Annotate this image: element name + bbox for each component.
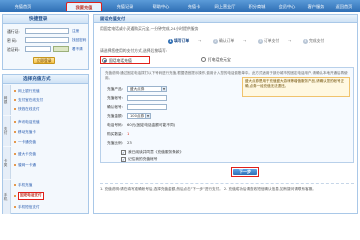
progress-steps: 1 填写订单 → 2 确认订单 → 3 订单支付 → 4 完成支付 [168,37,348,45]
username-label: 通行证: [7,29,20,34]
rate-label: 充值比例: [107,141,123,145]
remember-checkbox[interactable] [121,157,126,162]
method-item[interactable]: 手机短信支付 [18,204,40,210]
bullet-icon [14,141,16,143]
arrow-icon: → [288,38,292,43]
left-column: 快捷登录 通行证: 注册 密 码: 找回密码 验证码: 看不清 立即登录 选择充… [2,14,89,214]
tab-home[interactable]: 充值首页 [8,2,38,11]
forgot-password-link[interactable]: 找回密码 [72,37,86,43]
tab-points-mall[interactable]: 积分商城 [244,2,270,11]
tab-recharge[interactable]: 我要充值 [66,2,102,11]
login-title: 快捷登录 [3,15,88,24]
product-tip: 盛大点券是用于充值盛大游戏等增值服务产品,请确认您的帐号正确,点券一经充值无法退… [242,77,350,97]
method-item[interactable]: 支付宝在线支付 [18,97,43,103]
arrow-icon: → [243,38,247,43]
register-link[interactable]: 注册 [72,28,79,34]
step-2: 2 确认订单 [213,38,235,44]
top-navigation: 充值首页 我要充值 充值记录 帮助中心 充值卡 网上营业厅 积分商城 会员中心 … [0,0,360,12]
bullet-icon [14,90,16,92]
phone-value: 60元(固定电话金额可能不同) [127,123,176,127]
captcha-input[interactable] [25,46,51,52]
method-item[interactable]: 移动充值卡 [18,129,36,135]
radio-icon[interactable] [201,57,206,62]
tab-help[interactable]: 帮助中心 [146,2,176,11]
tab-card[interactable]: 充值卡 [182,2,206,11]
agree-text: 我已阅读并同意《充值服务条款》 [128,150,184,154]
bullet-icon [14,195,16,197]
group-label-phone: 手机 [3,180,11,214]
method-item[interactable]: 盛大卡充值 [18,151,36,157]
bullet-icon [14,184,16,186]
rate-value: 23 [127,141,132,145]
tab-records[interactable]: 充值记录 [110,2,140,11]
select-hint: 请选择您使用的支付方式,选择后按填写: [100,48,168,53]
step-1: 1 填写订单 [168,38,190,44]
tab-business-hall[interactable]: 网上营业厅 [210,2,240,11]
footer-notes: 1. 充值说明:请在填写准确帐号后,选择充值金额,然后点击"下一步"进行支付。 … [100,183,354,192]
group-label-card: 卡类 [3,147,11,179]
chevron-down-icon: ▼ [145,114,150,118]
payment-option-row: 固话电话充值 打电话充元宝 [100,55,354,65]
captcha-image [53,46,69,52]
amount-select[interactable]: 100点券 ▼ [127,113,151,119]
method-item[interactable]: 网上银行充值 [18,88,40,94]
intro-text: 用固定电话或小灵通购买元宝,一分钟完成,24小时提供服务 [100,26,199,31]
phone-label: 电话号码: [107,123,123,127]
code-label: 验证码: [7,47,20,52]
chevron-down-icon: ▼ [161,87,166,91]
agree-checkbox[interactable] [121,150,126,155]
confirm-account-label: 确认帐号: [107,105,123,109]
method-item-selected[interactable]: 固定电话支付 [18,192,44,200]
bullet-icon [14,99,16,101]
payment-methods-box: 选择充值方式 网银 支付 卡类 手机 网上银行充值 支付宝在线支付 快钱在线支付… [2,74,89,214]
login-button[interactable]: 立即登录 [33,57,55,64]
bullet-icon [14,153,16,155]
option-fixed-phone[interactable]: 固话电话充值 [100,56,150,64]
main-title: 固话充值支付 [94,15,357,23]
amount-label: 充值金额: [107,114,123,118]
group-label-pay: 支付 [3,116,11,146]
bullet-icon [14,131,16,133]
account-input[interactable] [127,95,167,101]
step-4: 4 完成支付 [303,38,325,44]
account-label: 充值帐号: [107,96,123,100]
count-value: 1 [127,132,130,136]
tab-back-home[interactable]: 返回首页 [331,2,357,11]
method-item[interactable]: 手机充值 [18,182,32,188]
methods-title: 选择充值方式 [3,75,88,84]
next-step-button[interactable]: 下一步 [231,167,259,177]
username-input[interactable] [25,28,69,34]
tab-service[interactable]: 客户服务 [304,2,328,11]
option-call-recharge[interactable]: 打电话充元宝 [200,56,256,64]
radio-icon[interactable] [102,58,107,63]
bullet-icon [14,108,16,110]
quick-login-box: 快捷登录 通行证: 注册 密 码: 找回密码 验证码: 看不清 立即登录 [2,14,89,70]
product-select[interactable]: 盛大点券 ▼ [127,86,167,92]
bullet-icon [14,164,16,166]
bullet-icon [14,121,16,123]
main-panel: 固话充值支付 用固定电话或小灵通购买元宝,一分钟完成,24小时提供服务 1 填写订… [93,14,358,214]
method-item[interactable]: 快钱在线支付 [18,106,40,112]
arrow-icon: → [198,38,202,43]
password-label: 密 码: [7,38,18,43]
method-item[interactable]: 骏网一卡通 [18,162,36,168]
bullet-icon [14,206,16,208]
confirm-account-input[interactable] [127,104,167,110]
tab-member[interactable]: 会员中心 [274,2,300,11]
method-item[interactable]: 一卡通充值 [18,139,36,145]
step-3: 3 订单支付 [258,38,280,44]
change-code-link[interactable]: 看不清 [72,46,83,52]
password-input[interactable] [25,37,69,43]
group-label-bank: 网银 [3,85,11,115]
count-label: 购买数量: [107,132,123,136]
method-item[interactable]: 声讯电话充值 [18,119,40,125]
remember-text: 记住我的充值帐号 [128,157,158,161]
product-label: 充值产品: [107,87,123,91]
